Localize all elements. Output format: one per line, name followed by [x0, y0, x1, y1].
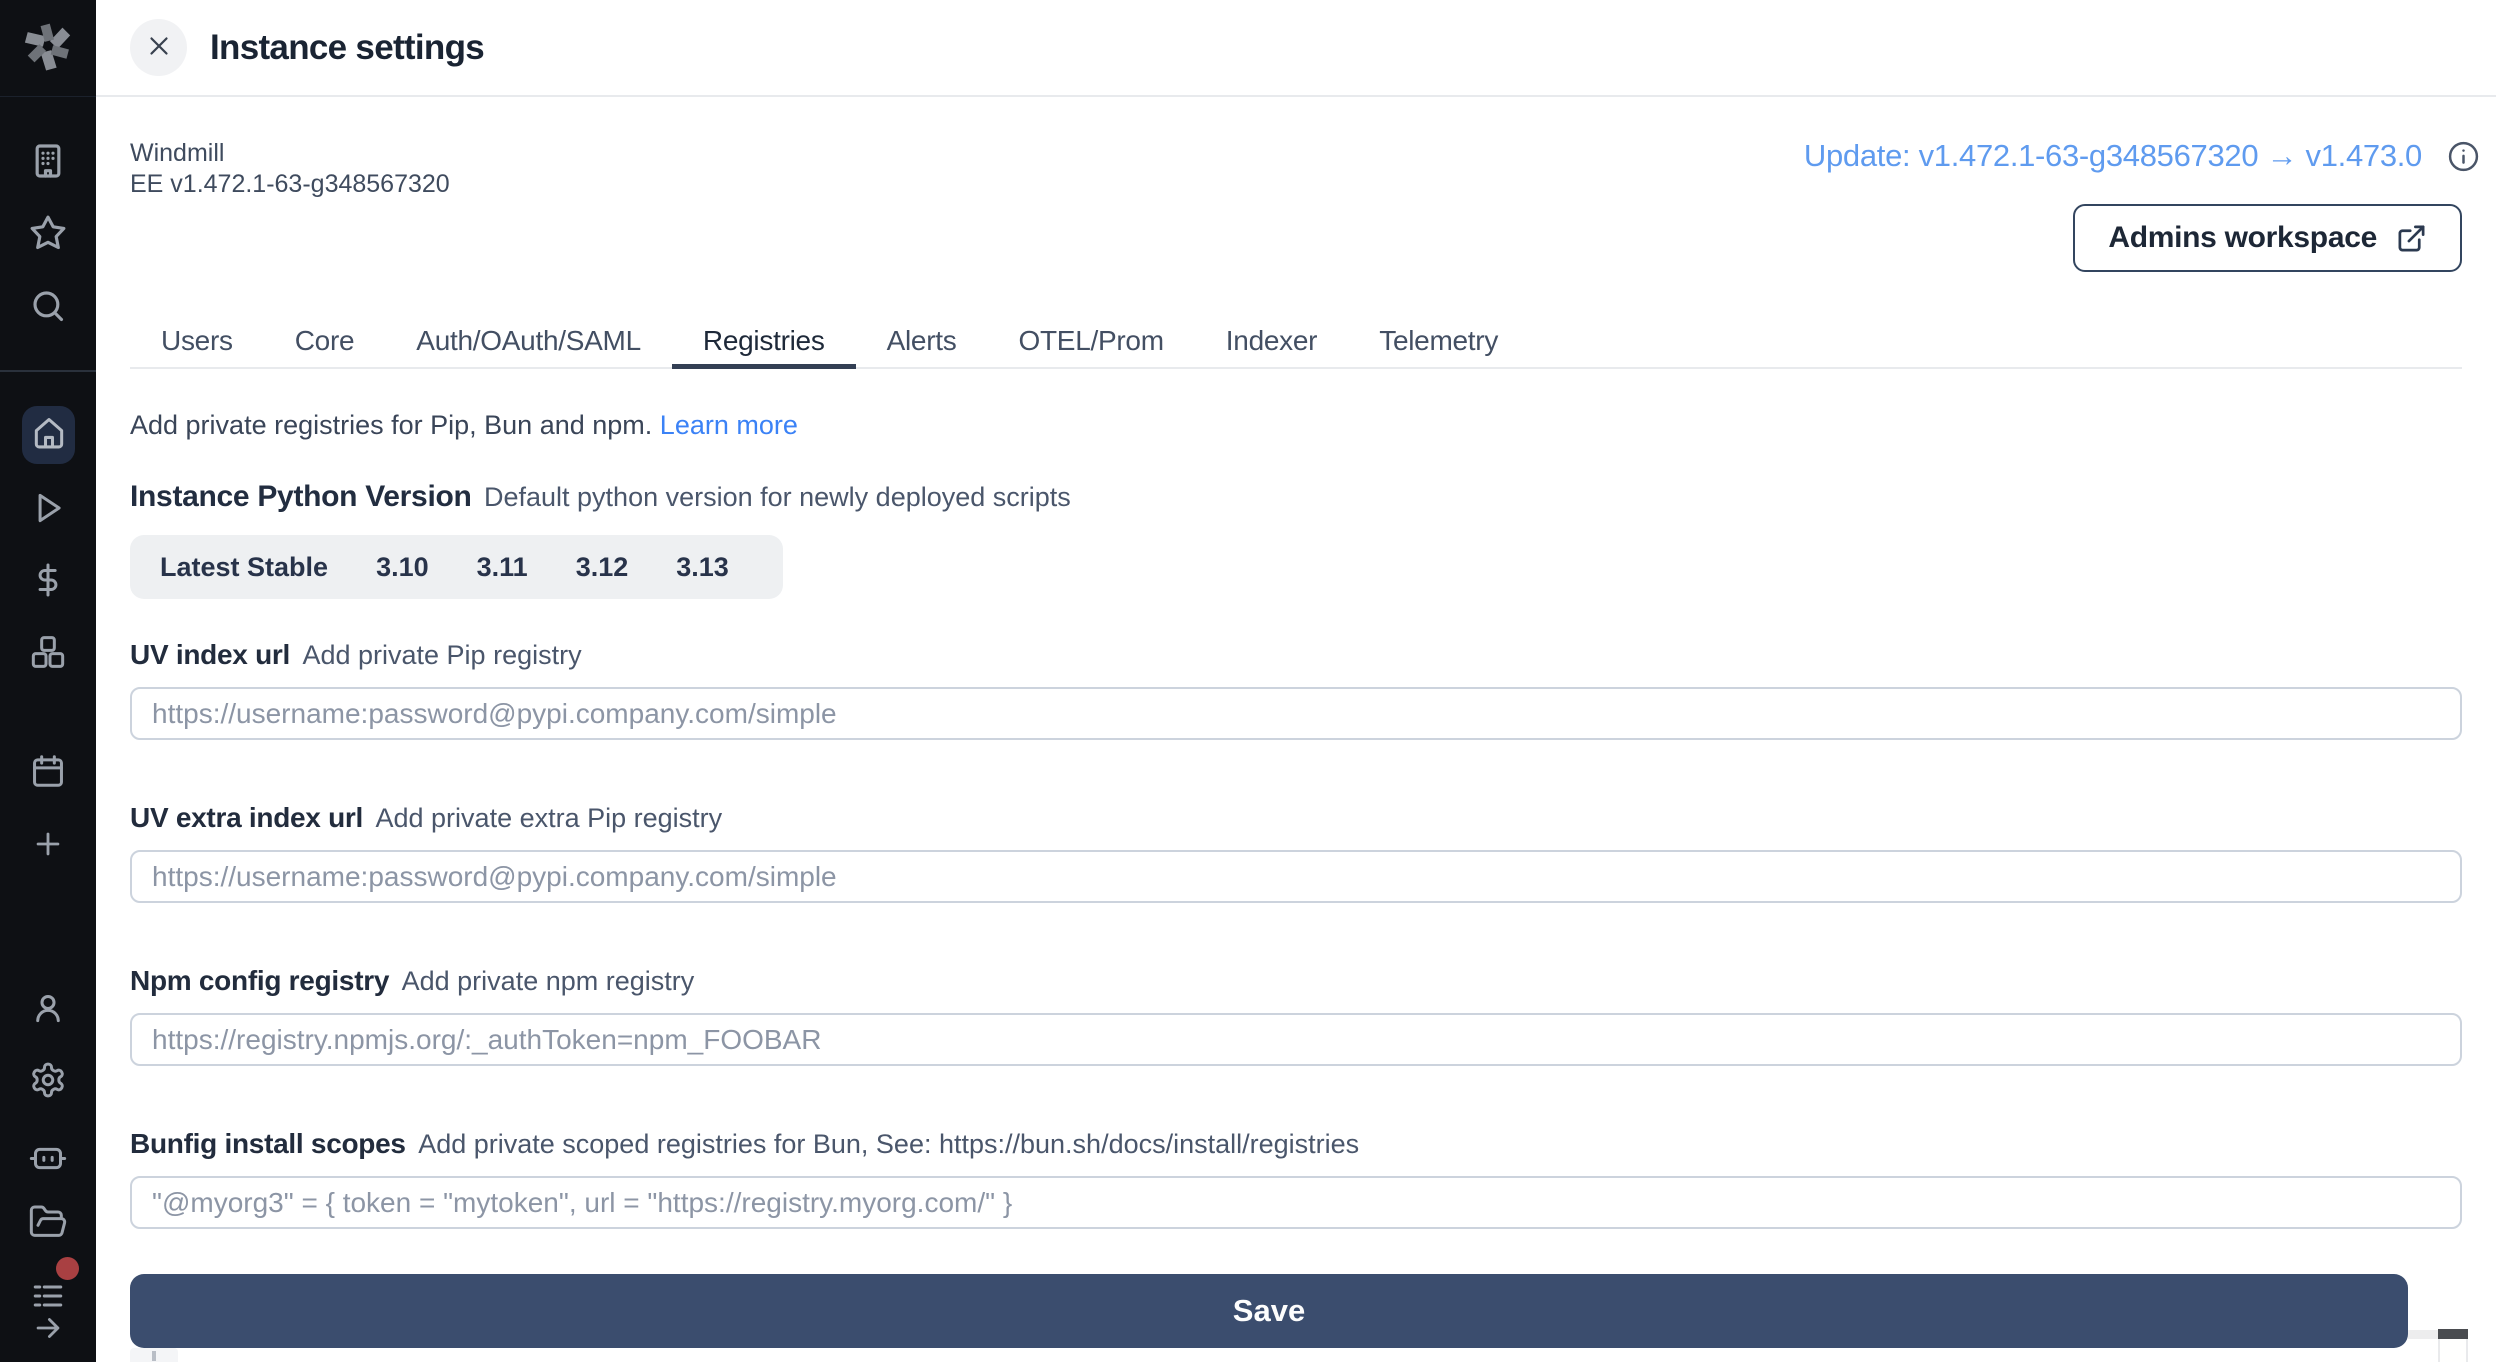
- sidebar-item-folders[interactable]: [25, 1200, 71, 1244]
- user-icon: [29, 989, 67, 1027]
- python-option-3-10[interactable]: 3.10: [352, 552, 453, 583]
- registries-intro: Add private registries for Pip, Bun and …: [130, 410, 2462, 441]
- sidebar-item-resources[interactable]: [25, 630, 71, 674]
- home-icon: [30, 414, 68, 457]
- building-icon: [28, 141, 68, 181]
- npm-config-registry-input[interactable]: [130, 1013, 2462, 1066]
- dollar-icon: [29, 561, 67, 599]
- info-icon[interactable]: [2446, 139, 2481, 174]
- robot-icon: [28, 1136, 68, 1176]
- modal-header: Instance settings: [96, 0, 2496, 97]
- tab-registries[interactable]: Registries: [672, 315, 856, 367]
- save-button[interactable]: Save: [130, 1274, 2408, 1348]
- bunfig-install-scopes-label: Bunfig install scopes: [130, 1128, 406, 1159]
- partial-glyph: [152, 1351, 156, 1361]
- python-option-3-12[interactable]: 3.12: [552, 552, 653, 583]
- update-row: Update: v1.472.1-63-g348567320 → v1.473.…: [1804, 138, 2481, 174]
- sidebar-item-add[interactable]: [25, 822, 71, 866]
- tab-core[interactable]: Core: [264, 315, 386, 367]
- python-version-title: Instance Python Version: [130, 480, 472, 513]
- app-version: EE v1.472.1-63-g348567320: [130, 169, 450, 200]
- update-link[interactable]: Update: v1.472.1-63-g348567320 → v1.473.…: [1804, 138, 2422, 174]
- sidebar-divider-middle: [0, 370, 96, 372]
- sidebar-item-variables[interactable]: [25, 558, 71, 602]
- close-icon: [144, 31, 174, 64]
- python-option-3-13[interactable]: 3.13: [652, 552, 753, 583]
- app-name: Windmill: [130, 138, 450, 169]
- sidebar-item-workers[interactable]: [25, 1134, 71, 1178]
- npm-config-registry-hint: Add private npm registry: [402, 966, 695, 996]
- scrollbar-track-vertical[interactable]: [2438, 1339, 2468, 1362]
- learn-more-link[interactable]: Learn more: [660, 410, 798, 440]
- sidebar-divider-top: [0, 96, 96, 97]
- tab-otel-prom[interactable]: OTEL/Prom: [987, 315, 1194, 367]
- uv-index-url-field: UV index url Add private Pip registry: [130, 639, 2462, 740]
- uv-extra-index-url-field: UV extra index url Add private extra Pip…: [130, 802, 2462, 903]
- bunfig-install-scopes-input[interactable]: [130, 1176, 2462, 1229]
- cubes-icon: [28, 632, 68, 672]
- search-icon: [29, 287, 67, 325]
- python-option-latest-stable[interactable]: Latest Stable: [160, 552, 352, 583]
- uv-index-url-hint: Add private Pip registry: [302, 640, 581, 670]
- partial-hidden-element: [130, 1348, 178, 1362]
- uv-extra-index-url-hint: Add private extra Pip registry: [376, 803, 723, 833]
- npm-config-registry-label: Npm config registry: [130, 965, 389, 996]
- scrollbar-track[interactable]: [2408, 1330, 2439, 1339]
- tab-indexer[interactable]: Indexer: [1195, 315, 1348, 367]
- calendar-icon: [29, 752, 67, 790]
- tab-telemetry[interactable]: Telemetry: [1348, 315, 1529, 367]
- sidebar: [0, 0, 96, 1362]
- settings-content: Windmill EE v1.472.1-63-g348567320 Updat…: [130, 97, 2462, 1348]
- uv-index-url-label: UV index url: [130, 639, 290, 670]
- python-version-toggle-group: Latest Stable 3.10 3.11 3.12 3.13: [130, 535, 783, 599]
- gear-icon: [29, 1061, 67, 1099]
- plus-icon: [31, 827, 65, 861]
- sidebar-item-favorites[interactable]: [25, 211, 71, 255]
- npm-config-registry-field: Npm config registry Add private npm regi…: [130, 965, 2462, 1066]
- tab-alerts[interactable]: Alerts: [856, 315, 988, 367]
- close-button[interactable]: [130, 19, 187, 76]
- sidebar-item-runs[interactable]: [25, 486, 71, 530]
- sidebar-item-collapse[interactable]: [25, 1308, 71, 1348]
- app-meta: Windmill EE v1.472.1-63-g348567320: [130, 138, 450, 315]
- sidebar-item-workspaces[interactable]: [25, 139, 71, 183]
- notification-badge: [56, 1257, 79, 1280]
- sidebar-item-home[interactable]: [22, 406, 75, 464]
- windmill-logo-icon[interactable]: [18, 16, 78, 76]
- play-icon: [29, 489, 67, 527]
- folder-open-icon: [28, 1202, 68, 1242]
- meta-right: Update: v1.472.1-63-g348567320 → v1.473.…: [1804, 138, 2462, 315]
- uv-index-url-input[interactable]: [130, 687, 2462, 740]
- python-version-subtitle: Default python version for newly deploye…: [484, 482, 1071, 512]
- uv-extra-index-url-input[interactable]: [130, 850, 2462, 903]
- sidebar-item-schedules[interactable]: [25, 749, 71, 793]
- admins-workspace-label: Admins workspace: [2108, 221, 2377, 255]
- arrow-right-icon: [31, 1311, 65, 1345]
- uv-extra-index-url-label: UV extra index url: [130, 802, 363, 833]
- scrollbar-thumb[interactable]: [2438, 1329, 2468, 1339]
- instance-settings-window: Instance settings Windmill EE v1.472.1-6…: [0, 0, 2496, 1362]
- bunfig-install-scopes-field: Bunfig install scopes Add private scoped…: [130, 1128, 2462, 1229]
- intro-text: Add private registries for Pip, Bun and …: [130, 410, 652, 440]
- bunfig-install-scopes-hint: Add private scoped registries for Bun, S…: [418, 1129, 1359, 1159]
- sidebar-item-search[interactable]: [25, 284, 71, 328]
- tab-auth-oauth-saml[interactable]: Auth/OAuth/SAML: [385, 315, 672, 367]
- meta-row: Windmill EE v1.472.1-63-g348567320 Updat…: [130, 138, 2462, 315]
- external-link-icon: [2396, 223, 2427, 254]
- sidebar-item-account[interactable]: [25, 986, 71, 1030]
- settings-tabs: Users Core Auth/OAuth/SAML Registries Al…: [130, 315, 2462, 369]
- admins-workspace-button[interactable]: Admins workspace: [2073, 204, 2462, 272]
- tab-users[interactable]: Users: [130, 315, 264, 367]
- python-option-3-11[interactable]: 3.11: [453, 552, 552, 583]
- sidebar-item-settings[interactable]: [25, 1058, 71, 1102]
- python-version-section: Instance Python Version Default python v…: [130, 480, 2462, 514]
- star-icon: [28, 213, 68, 253]
- page-title: Instance settings: [210, 28, 484, 68]
